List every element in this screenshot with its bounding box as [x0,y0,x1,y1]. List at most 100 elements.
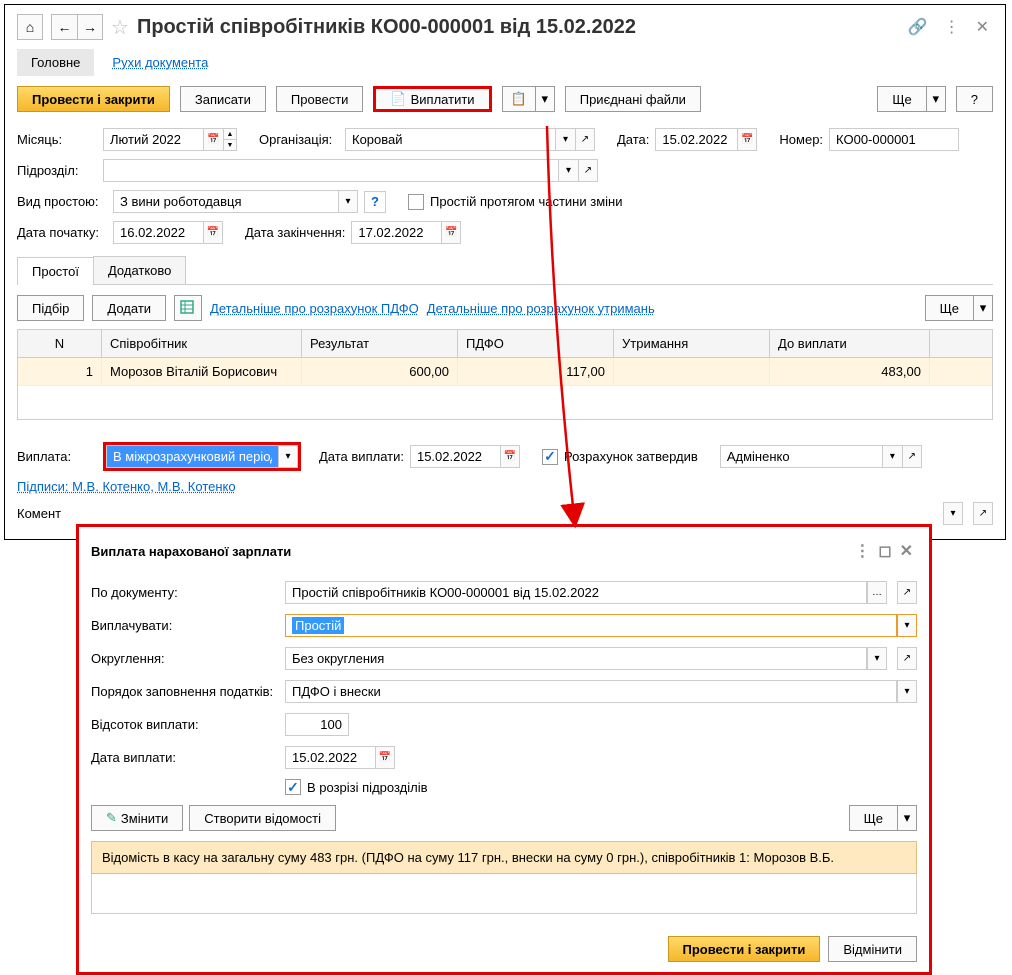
save-button[interactable]: Записати [180,86,266,112]
kebab-icon[interactable]: ⋮ [940,13,964,41]
end-input[interactable] [351,221,441,244]
forward-button[interactable]: → [77,14,103,40]
pay-button[interactable]: 📄Виплатити [373,86,491,112]
type-help-icon[interactable]: ? [364,191,386,213]
ded-details-link[interactable]: Детальніше про розрахунок утримань [427,301,655,316]
dept-open-icon[interactable]: ↗ [578,159,598,182]
print-button[interactable]: 📋 [502,86,535,112]
col-n-header[interactable]: N [18,330,102,357]
window-titlebar: ⌂ ← → ☆ Простій співробітників КО00-0000… [5,5,1005,49]
print-dropdown[interactable]: ▾ [535,86,555,112]
col-tax-header[interactable]: ПДФО [458,330,614,357]
close-icon[interactable]: ✕ [972,13,993,41]
dlg-doc-label: По документу: [91,585,279,600]
approver-input[interactable] [720,445,882,468]
grid-more-button[interactable]: Ще [925,295,973,321]
type-input[interactable] [113,190,338,213]
signatures-link[interactable]: Підписи: М.В. Котенко, М.В. Котенко [17,479,236,494]
number-input[interactable] [829,128,959,151]
dlg-close-icon[interactable]: ✕ [896,537,917,565]
dlg-percent-input[interactable] [285,713,349,736]
dlg-conduct-close-button[interactable]: Провести і закрити [668,936,821,962]
dept-dropdown-icon[interactable]: ▾ [558,159,578,182]
back-button[interactable]: ← [51,14,77,40]
payment-type-input[interactable] [106,445,278,468]
start-calendar-icon[interactable]: 📅 [203,221,223,244]
end-calendar-icon[interactable]: 📅 [441,221,461,244]
tab-main[interactable]: Головне [17,49,94,76]
paydate-input[interactable] [410,445,500,468]
month-input[interactable] [103,128,203,151]
dlg-cancel-button[interactable]: Відмінити [828,936,917,962]
col-pay-header[interactable]: До виплати [770,330,930,357]
org-dropdown-icon[interactable]: ▾ [555,128,575,151]
grid-row[interactable]: 1 Морозов Віталій Борисович 600,00 117,0… [18,358,992,385]
dlg-doc-more-icon[interactable]: … [867,581,887,604]
conduct-button[interactable]: Провести [276,86,364,112]
date-input[interactable] [655,128,737,151]
payment-type-dropdown-icon[interactable]: ▾ [278,445,298,468]
ext-dropdown-icon[interactable]: ▾ [943,502,963,525]
paydate-label: Дата виплати: [319,449,404,464]
subtab-extra[interactable]: Додатково [93,256,186,284]
approver-dropdown-icon[interactable]: ▾ [882,445,902,468]
month-label: Місяць: [17,132,97,147]
conduct-close-button[interactable]: Провести і закрити [17,86,170,112]
part-shift-checkbox[interactable] [408,194,424,210]
month-down[interactable]: ▼ [224,140,236,150]
dept-input[interactable] [103,159,558,182]
dlg-taxorder-input[interactable] [285,680,897,703]
dlg-round-dropdown-icon[interactable]: ▾ [867,647,887,670]
more-button[interactable]: Ще [877,86,925,112]
dlg-paydate-calendar-icon[interactable]: 📅 [375,746,395,769]
col-res-header[interactable]: Результат [302,330,458,357]
attached-files-button[interactable]: Приєднані файли [565,86,701,112]
number-label: Номер: [779,132,823,147]
approved-label: Розрахунок затвердив [564,449,698,464]
dlg-bydept-label: В розрізі підрозділів [307,780,428,795]
col-ded-header[interactable]: Утримання [614,330,770,357]
type-dropdown-icon[interactable]: ▾ [338,190,358,213]
grid-more-dropdown[interactable]: ▾ [973,295,993,321]
dlg-taxorder-dropdown-icon[interactable]: ▾ [897,680,917,703]
dlg-more-button[interactable]: Ще [849,805,897,831]
approved-checkbox[interactable] [542,449,558,465]
month-up[interactable]: ▲ [224,129,236,140]
dlg-edit-button[interactable]: ✎Змінити [91,805,183,831]
dlg-paytype-dropdown-icon[interactable]: ▾ [897,614,917,637]
dlg-percent-label: Відсоток виплати: [91,717,279,732]
more-dropdown[interactable]: ▾ [926,86,946,112]
dlg-paytype-input[interactable]: Простій [285,614,897,637]
tab-moves[interactable]: Рухи документа [98,49,222,76]
dlg-kebab-icon[interactable]: ⋮ [850,537,874,565]
ext-open-icon[interactable]: ↗ [973,502,993,525]
org-open-icon[interactable]: ↗ [575,128,595,151]
approver-open-icon[interactable]: ↗ [902,445,922,468]
dlg-bydept-checkbox[interactable] [285,779,301,795]
dlg-round-open-icon[interactable]: ↗ [897,647,917,670]
dlg-doc-input[interactable] [285,581,867,604]
help-button[interactable]: ? [956,86,993,112]
link-icon[interactable]: 🔗 [904,13,932,41]
tax-details-link[interactable]: Детальніше про розрахунок ПДФО [210,301,419,316]
paydate-calendar-icon[interactable]: 📅 [500,445,520,468]
home-button[interactable]: ⌂ [17,14,43,40]
part-shift-label: Простій протягом частини зміни [430,194,622,209]
dlg-create-button[interactable]: Створити відомості [189,805,336,831]
dlg-paydate-input[interactable] [285,746,375,769]
org-input[interactable] [345,128,555,151]
subtab-idle[interactable]: Простої [17,257,94,285]
dlg-more-dropdown[interactable]: ▾ [897,805,917,831]
date-calendar-icon[interactable]: 📅 [737,128,757,151]
favorite-icon[interactable]: ☆ [111,15,129,40]
dlg-round-input[interactable] [285,647,867,670]
grid-settings-button[interactable] [174,295,202,321]
col-emp-header[interactable]: Співробітник [102,330,302,357]
pencil-icon: ✎ [106,810,117,826]
dlg-doc-open-icon[interactable]: ↗ [897,581,917,604]
start-input[interactable] [113,221,203,244]
select-button[interactable]: Підбір [17,295,84,321]
dlg-restore-icon[interactable]: ◻ [874,537,895,565]
add-button[interactable]: Додати [92,295,166,321]
month-calendar-icon[interactable]: 📅 [203,128,223,151]
